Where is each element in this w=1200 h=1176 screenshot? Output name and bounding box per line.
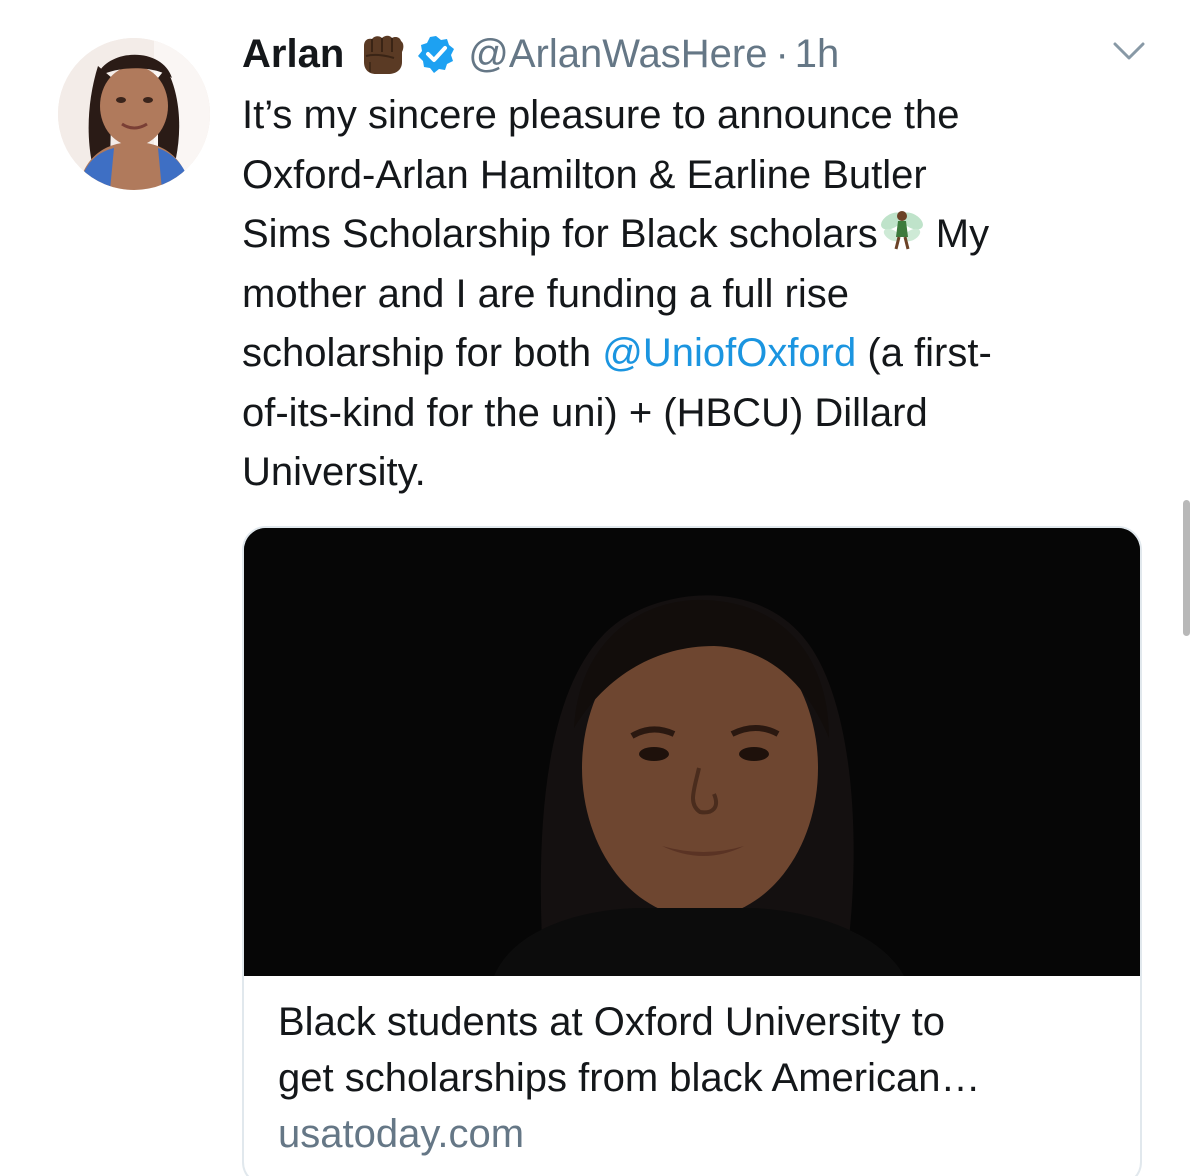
tweet[interactable]: Arlan @ArlanWasHere · 1h It’s my sincere… <box>0 0 1200 1176</box>
mention-link[interactable]: @UniofOxford <box>602 331 856 375</box>
user-handle[interactable]: @ArlanWasHere <box>468 32 767 77</box>
card-body: Black students at Oxford University to g… <box>278 994 1128 1162</box>
chevron-down-icon[interactable] <box>1112 40 1146 62</box>
avatar[interactable] <box>58 38 210 190</box>
tweet-text-segment: My <box>935 212 990 256</box>
portrait-photo <box>244 528 1140 976</box>
tweet-line: of-its-kind for the uni) + (HBCU) Dillar… <box>242 390 928 435</box>
card-image[interactable] <box>244 528 1140 976</box>
avatar-image <box>58 38 210 190</box>
tweet-text-segment: (a first- <box>867 331 992 375</box>
timestamp[interactable]: 1h <box>795 32 840 77</box>
separator-dot: · <box>775 31 789 76</box>
tweet-line: Sims Scholarship for Black scholars My <box>242 205 1162 265</box>
card-title[interactable]: Black students at Oxford University to g… <box>278 994 1128 1106</box>
tweet-line: scholarship for both @UniofOxford (a fir… <box>242 324 1162 384</box>
fist-icon <box>358 32 408 76</box>
fairy-icon <box>878 205 926 253</box>
card-title-line: get scholarships from black American… <box>278 1056 981 1100</box>
tweet-line: University. <box>242 450 426 494</box>
tweet-text-segment: scholarship for both <box>242 331 592 375</box>
tweet-line: It’s my sincere pleasure to announce the <box>242 93 960 137</box>
tweet-line: mother and I are funding a full rise <box>242 271 850 316</box>
tweet-line: Oxford-Arlan Hamilton & Earline Butler <box>242 152 927 197</box>
card-title-line: Black students at Oxford University to <box>278 1000 945 1044</box>
tweet-text: It’s my sincere pleasure to announce the… <box>242 86 1162 503</box>
tweet-text-segment: Sims Scholarship for Black scholars <box>242 212 878 256</box>
card-domain[interactable]: usatoday.com <box>278 1106 1128 1162</box>
verified-badge-icon <box>416 34 456 74</box>
scrollbar[interactable] <box>1183 500 1190 636</box>
link-card[interactable]: Black students at Oxford University to g… <box>242 526 1142 1176</box>
display-name[interactable]: Arlan <box>242 32 344 77</box>
tweet-header: Arlan @ArlanWasHere · 1h <box>242 26 839 82</box>
